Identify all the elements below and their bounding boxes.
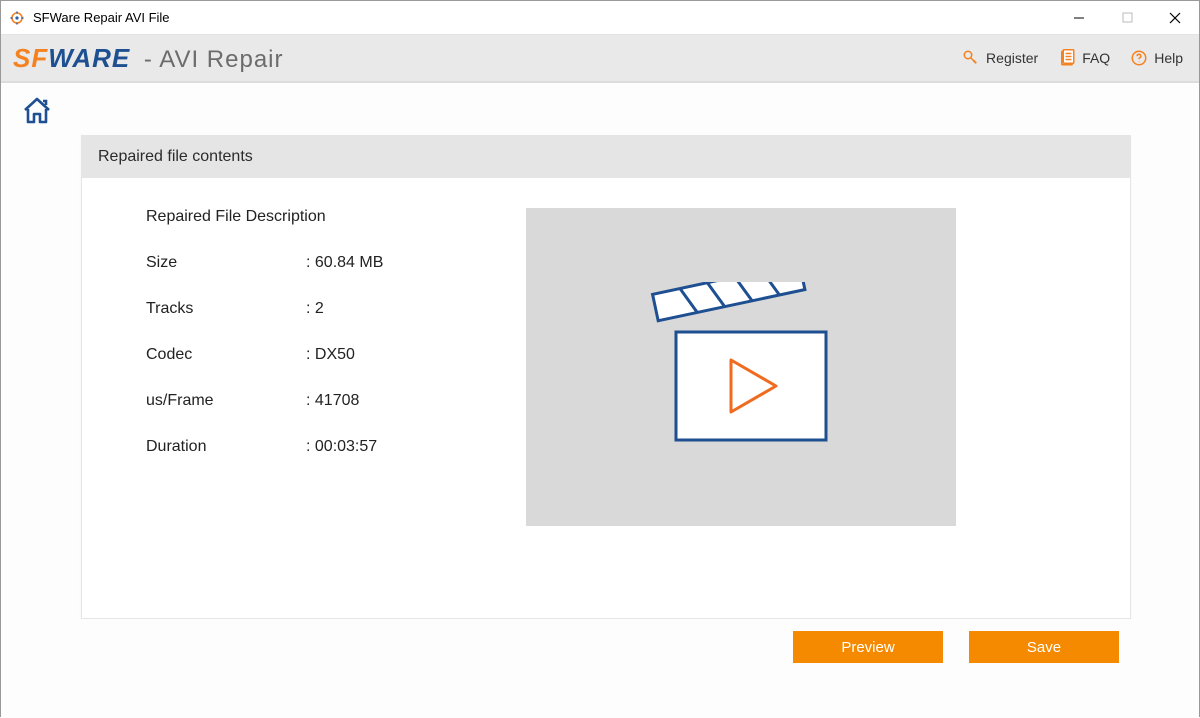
panel-title: Repaired file contents (82, 136, 1130, 178)
description-column: Repaired File Description Size 60.84 MB … (146, 208, 506, 578)
logo-ware: WARE (48, 43, 130, 73)
size-label: Size (146, 254, 306, 272)
codec-row: Codec DX50 (146, 346, 506, 364)
help-link[interactable]: Help (1130, 49, 1183, 67)
register-link[interactable]: Register (962, 49, 1038, 67)
clapperboard-icon (646, 282, 836, 452)
description-title: Repaired File Description (146, 208, 506, 226)
preview-column (526, 208, 1110, 578)
maximize-button[interactable] (1103, 1, 1151, 34)
key-icon (962, 49, 980, 67)
save-button[interactable]: Save (969, 631, 1119, 663)
app-logo: SFWARE - AVI Repair (13, 43, 284, 74)
help-icon (1130, 49, 1148, 67)
tracks-value: 2 (306, 300, 324, 318)
home-button[interactable] (21, 95, 57, 129)
window-title: SFWare Repair AVI File (33, 10, 1055, 25)
close-button[interactable] (1151, 1, 1199, 34)
preview-button[interactable]: Preview (793, 631, 943, 663)
codec-value: DX50 (306, 346, 355, 364)
results-panel: Repaired file contents Repaired File Des… (81, 135, 1131, 619)
duration-label: Duration (146, 438, 306, 456)
tracks-label: Tracks (146, 300, 306, 318)
usframe-row: us/Frame 41708 (146, 392, 506, 410)
home-icon (21, 95, 53, 127)
app-header: SFWARE - AVI Repair Register FAQ Help (1, 35, 1199, 83)
logo-sf: SF (13, 43, 48, 73)
minimize-button[interactable] (1055, 1, 1103, 34)
size-value: 60.84 MB (306, 254, 383, 272)
titlebar: SFWare Repair AVI File (1, 1, 1199, 35)
content-wrap: Repaired file contents Repaired File Des… (1, 135, 1199, 619)
toolbar-area (1, 83, 1199, 135)
codec-label: Codec (146, 346, 306, 364)
duration-value: 00:03:57 (306, 438, 377, 456)
help-label: Help (1154, 50, 1183, 66)
footer-buttons: Preview Save (1, 619, 1199, 675)
tracks-row: Tracks 2 (146, 300, 506, 318)
preview-placeholder (526, 208, 956, 526)
usframe-value: 41708 (306, 392, 359, 410)
app-icon (9, 10, 25, 26)
logo-suffix: - AVI Repair (136, 46, 283, 73)
usframe-label: us/Frame (146, 392, 306, 410)
duration-row: Duration 00:03:57 (146, 438, 506, 456)
window-controls (1055, 1, 1199, 34)
register-label: Register (986, 50, 1038, 66)
size-row: Size 60.84 MB (146, 254, 506, 272)
faq-label: FAQ (1082, 50, 1110, 66)
faq-icon (1058, 49, 1076, 67)
faq-link[interactable]: FAQ (1058, 49, 1110, 67)
